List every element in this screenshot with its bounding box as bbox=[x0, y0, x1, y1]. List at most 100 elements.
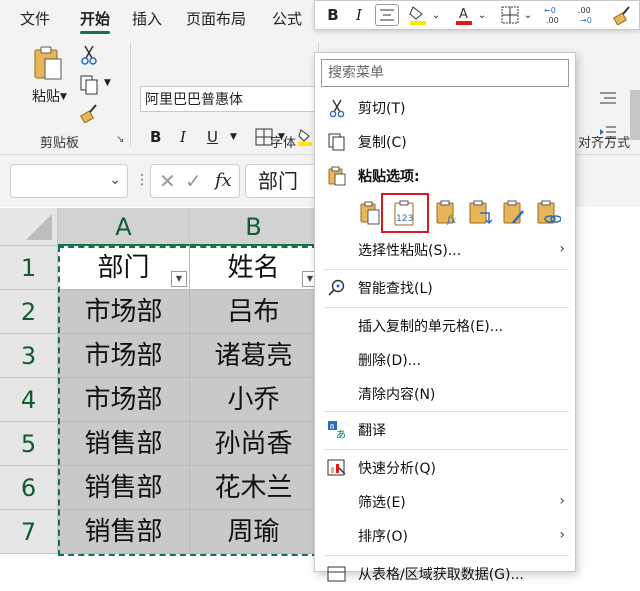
clipboard-launcher-icon[interactable]: ↘ bbox=[116, 134, 124, 145]
cell-b7[interactable]: 周瑜 bbox=[190, 510, 318, 554]
row-header-5[interactable]: 5 bbox=[0, 422, 58, 466]
column-header-b[interactable]: B bbox=[190, 208, 318, 246]
row-header-1[interactable]: 1 bbox=[0, 246, 58, 290]
row-header-4[interactable]: 4 bbox=[0, 378, 58, 422]
cell-a7[interactable]: 销售部 bbox=[58, 510, 190, 554]
menu-item-label: 快速分析(Q) bbox=[358, 461, 436, 477]
formula-input[interactable]: 部门 bbox=[245, 164, 315, 198]
column-header-a[interactable]: A bbox=[58, 208, 190, 246]
menu-item-smart-lookup[interactable]: 智能查找(L) bbox=[315, 271, 575, 305]
menu-separator bbox=[323, 555, 569, 556]
menu-search-input[interactable]: 搜索菜单 bbox=[321, 59, 569, 87]
mini-increase-decimal-icon[interactable]: ←0.00 bbox=[543, 4, 567, 26]
menu-item-clear-contents[interactable]: 清除内容(N) bbox=[315, 377, 575, 411]
font-name-field[interactable]: 阿里巴巴普惠体 bbox=[140, 86, 320, 112]
svg-text:あ: あ bbox=[336, 429, 346, 440]
mini-border-icon[interactable] bbox=[499, 4, 521, 26]
menu-item-paste-special[interactable]: 选择性粘贴(S)... › bbox=[315, 233, 575, 267]
cell-a6[interactable]: 销售部 bbox=[58, 466, 190, 510]
chevron-down-icon[interactable]: ⌄ bbox=[431, 4, 441, 26]
menu-item-translate[interactable]: aあ 翻译 bbox=[315, 413, 575, 447]
tab-formulas[interactable]: 公式 bbox=[272, 8, 302, 29]
mini-align-center-icon[interactable] bbox=[375, 4, 399, 26]
svg-text:fx: fx bbox=[446, 215, 457, 226]
chevron-right-icon: › bbox=[559, 527, 565, 543]
mini-format-painter-icon[interactable] bbox=[611, 4, 633, 26]
underline-icon[interactable]: U bbox=[207, 128, 218, 146]
formula-buttons: ✕ ✓ fx bbox=[150, 164, 240, 198]
drag-handle-icon[interactable]: ⋮ bbox=[135, 172, 149, 188]
menu-item-label: 清除内容(N) bbox=[358, 387, 436, 403]
paste-transpose-icon[interactable] bbox=[465, 198, 495, 228]
cell-a5[interactable]: 销售部 bbox=[58, 422, 190, 466]
format-painter-icon[interactable] bbox=[78, 102, 100, 124]
italic-icon[interactable]: I bbox=[180, 128, 186, 146]
svg-text:→0: →0 bbox=[580, 16, 592, 25]
menu-item-delete[interactable]: 删除(D)... bbox=[315, 343, 575, 377]
paste-link-icon[interactable] bbox=[533, 198, 563, 228]
cell-b5[interactable]: 孙尚香 bbox=[190, 422, 318, 466]
tab-insert[interactable]: 插入 bbox=[132, 8, 162, 29]
insert-function-button[interactable]: fx bbox=[215, 170, 232, 191]
cell-a4[interactable]: 市场部 bbox=[58, 378, 190, 422]
menu-separator bbox=[323, 269, 569, 270]
bold-icon[interactable]: B bbox=[150, 128, 161, 146]
cell-b6[interactable]: 花木兰 bbox=[190, 466, 318, 510]
select-all-corner[interactable] bbox=[0, 208, 58, 246]
quick-analysis-icon bbox=[327, 458, 347, 478]
underline-dropdown-icon[interactable]: ▼ bbox=[230, 132, 237, 142]
cell-b3[interactable]: 诸葛亮 bbox=[190, 334, 318, 378]
chevron-down-icon[interactable]: ⌄ bbox=[523, 4, 533, 26]
mini-font-color-icon[interactable]: A bbox=[453, 4, 475, 26]
translate-icon: aあ bbox=[327, 420, 347, 441]
cell-a2[interactable]: 市场部 bbox=[58, 290, 190, 334]
menu-item-label: 复制(C) bbox=[358, 135, 407, 151]
menu-item-label: 剪切(T) bbox=[358, 101, 406, 117]
menu-item-label: 筛选(E) bbox=[358, 495, 406, 511]
row-header-2[interactable]: 2 bbox=[0, 290, 58, 334]
cell-b2[interactable]: 吕布 bbox=[190, 290, 318, 334]
tab-file[interactable]: 文件 bbox=[20, 8, 50, 29]
menu-item-sort[interactable]: 排序(O) › bbox=[315, 519, 575, 553]
row-header-3[interactable]: 3 bbox=[0, 334, 58, 378]
mini-bold-icon[interactable]: B bbox=[323, 4, 343, 26]
cancel-icon[interactable]: ✕ bbox=[159, 169, 176, 193]
menu-separator bbox=[323, 411, 569, 412]
menu-item-copy[interactable]: 复制(C) bbox=[315, 125, 575, 159]
paste-formatting-icon[interactable] bbox=[499, 198, 529, 228]
tab-page-layout[interactable]: 页面布局 bbox=[186, 8, 246, 29]
menu-item-label: 从表格/区域获取数据(G)... bbox=[358, 567, 524, 583]
copy-dropdown-icon[interactable]: ▼ bbox=[104, 78, 111, 88]
wrap-text-icon[interactable] bbox=[630, 90, 640, 140]
paste-label[interactable]: 粘贴 bbox=[32, 86, 60, 106]
menu-item-cut[interactable]: 剪切(T) bbox=[315, 91, 575, 125]
menu-item-filter[interactable]: 筛选(E) › bbox=[315, 485, 575, 519]
mini-italic-icon[interactable]: I bbox=[349, 4, 369, 26]
cut-icon[interactable] bbox=[78, 44, 100, 66]
chevron-down-icon[interactable]: ⌄ bbox=[477, 4, 487, 26]
tab-home[interactable]: 开始 bbox=[80, 8, 110, 29]
confirm-icon[interactable]: ✓ bbox=[185, 169, 202, 193]
paste-dropdown-icon[interactable]: ▼ bbox=[60, 92, 67, 102]
copy-icon[interactable] bbox=[78, 74, 100, 96]
row-header-7[interactable]: 7 bbox=[0, 510, 58, 554]
cell-a3[interactable]: 市场部 bbox=[58, 334, 190, 378]
name-box[interactable]: ⌄ bbox=[10, 164, 128, 198]
paste-values-highlight bbox=[381, 193, 429, 233]
active-tab-indicator bbox=[80, 31, 110, 34]
align-right-icon[interactable] bbox=[598, 90, 618, 108]
paste-icon[interactable] bbox=[30, 44, 66, 84]
menu-item-quick-analysis[interactable]: 快速分析(Q) bbox=[315, 451, 575, 485]
filter-dropdown-icon[interactable]: ▼ bbox=[171, 271, 187, 287]
menu-item-get-data[interactable]: 从表格/区域获取数据(G)... bbox=[315, 557, 575, 591]
paste-formulas-icon[interactable]: fx bbox=[432, 198, 462, 228]
cell-b4[interactable]: 小乔 bbox=[190, 378, 318, 422]
row-header-6[interactable]: 6 bbox=[0, 466, 58, 510]
menu-item-insert-copied-cells[interactable]: 插入复制的单元格(E)... bbox=[315, 309, 575, 343]
mini-decrease-decimal-icon[interactable]: .00 →0 bbox=[577, 4, 601, 26]
chevron-down-icon[interactable]: ⌄ bbox=[109, 172, 121, 188]
font-group-label: 字体 bbox=[270, 136, 297, 151]
mini-fill-color-icon[interactable] bbox=[407, 4, 429, 26]
cell-b1[interactable]: 姓名 bbox=[190, 246, 318, 290]
fill-color-icon[interactable] bbox=[298, 128, 312, 146]
